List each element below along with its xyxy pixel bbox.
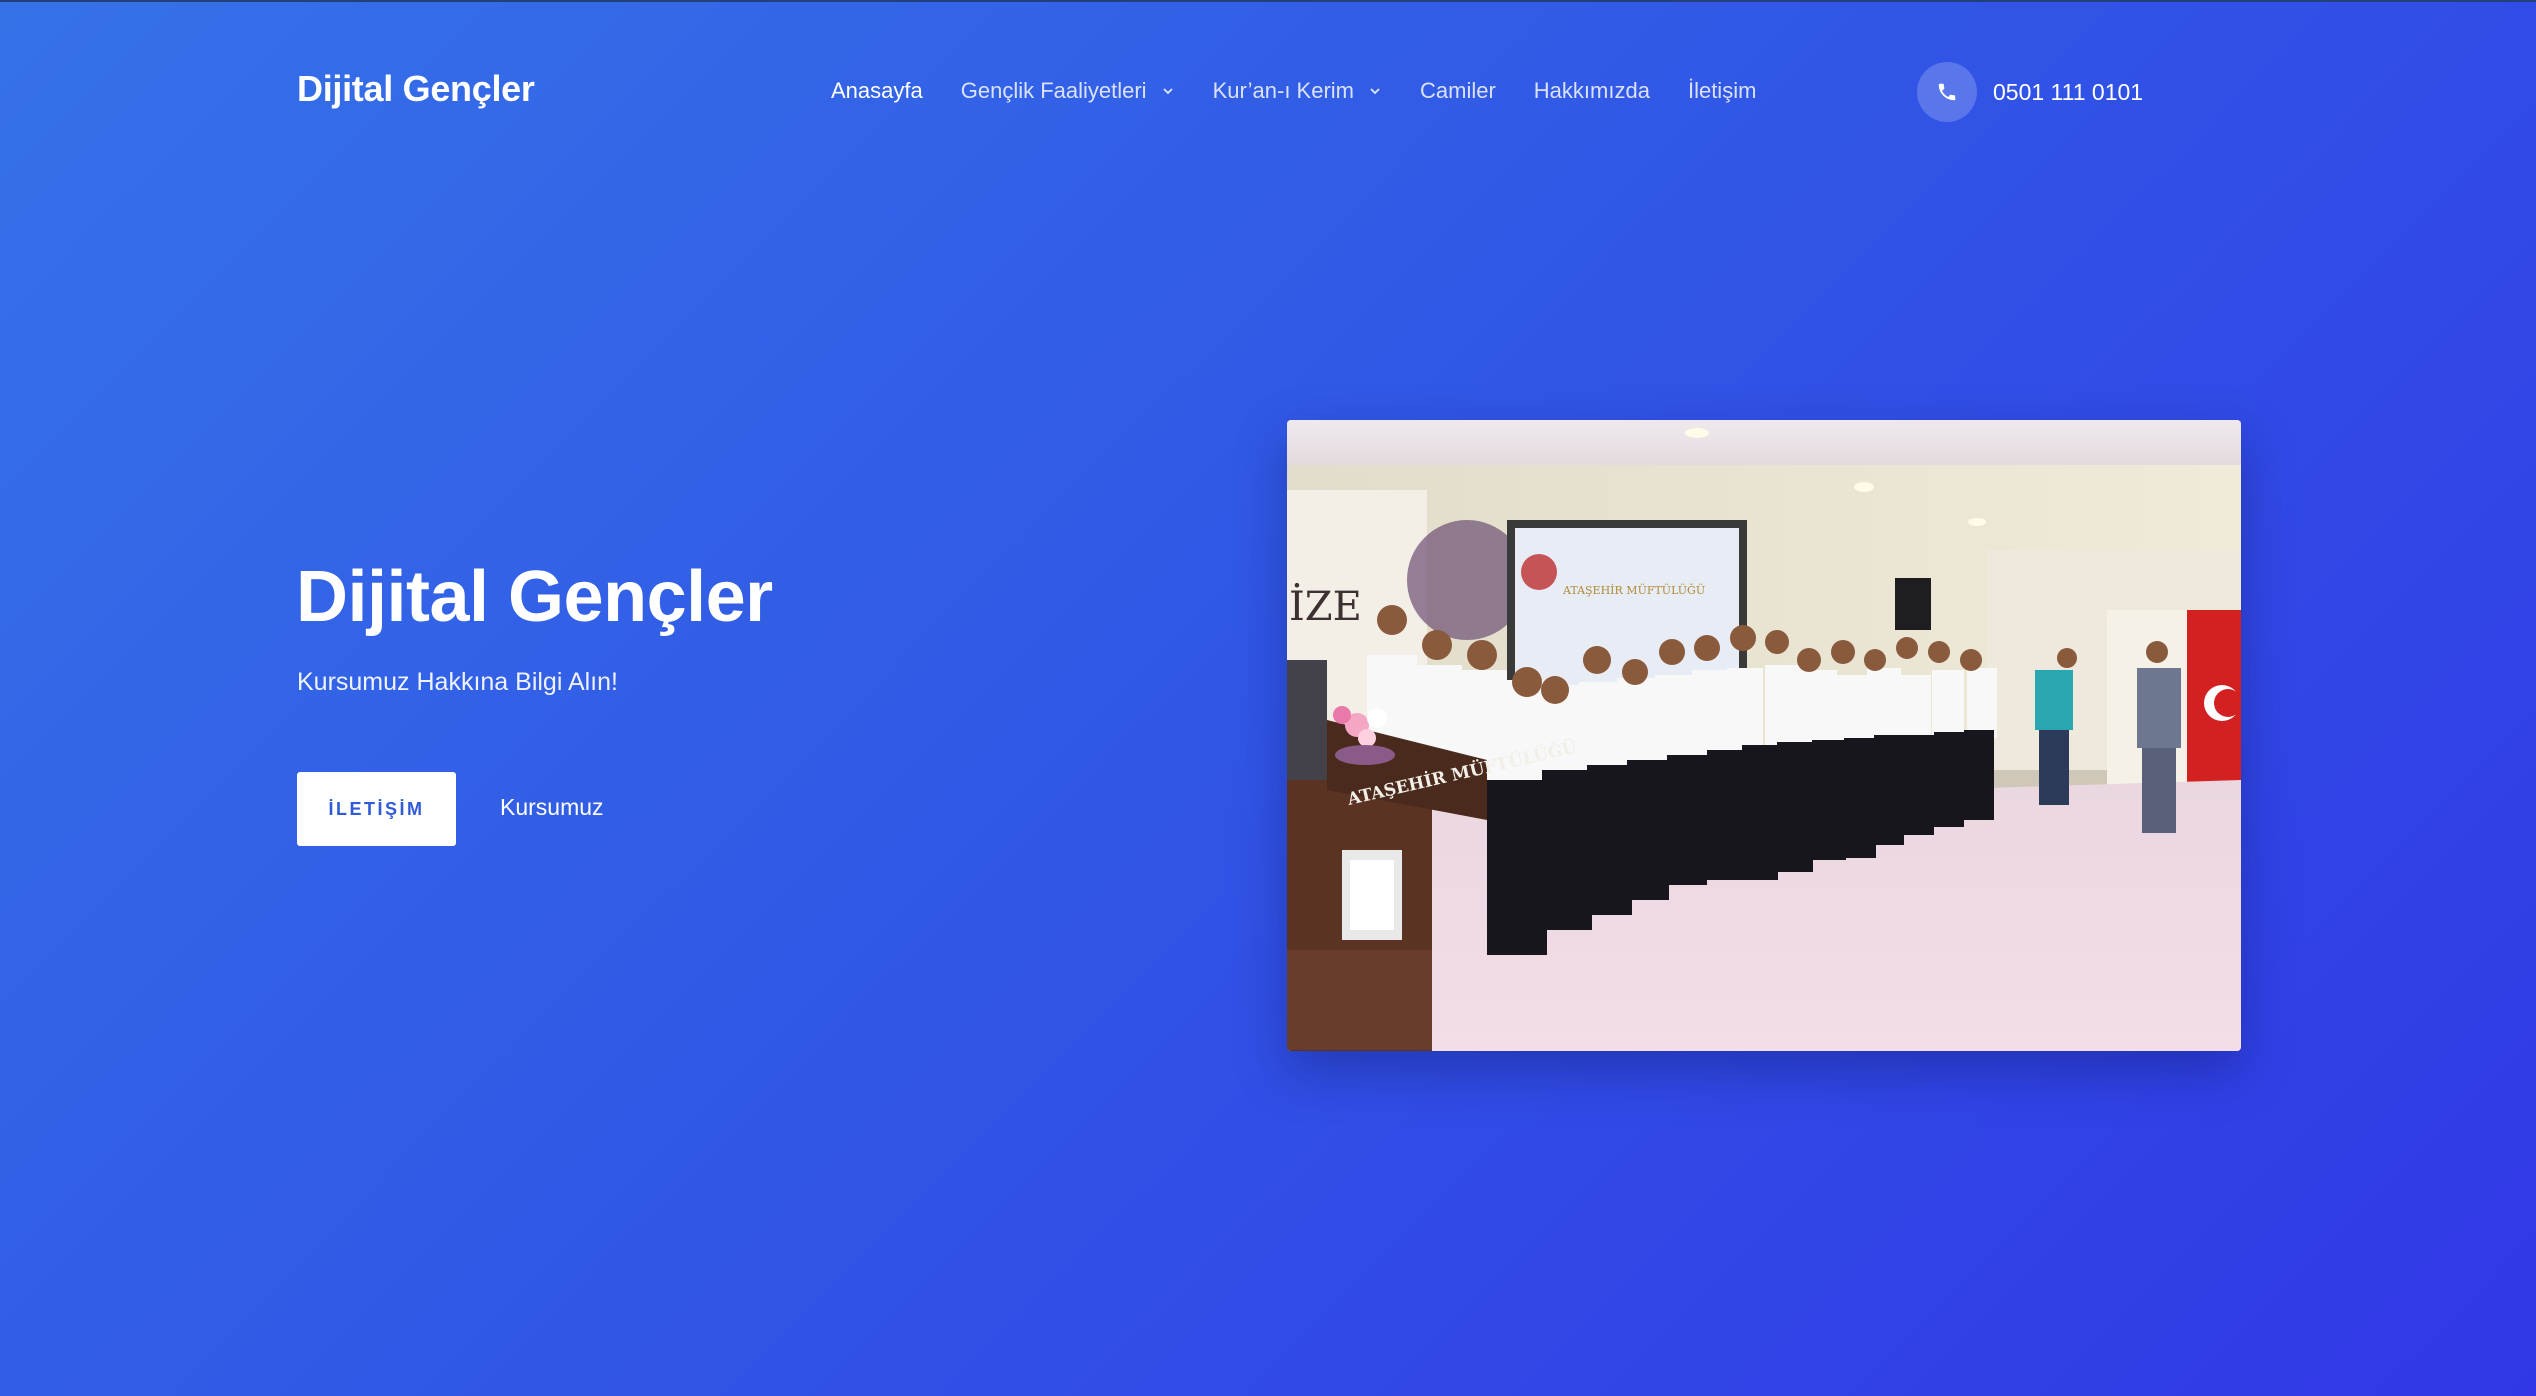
nav-item-genclik-faaliyetleri[interactable]: Gençlik Faaliyetleri	[961, 78, 1175, 104]
site-logo[interactable]: Dijital Gençler	[297, 68, 535, 110]
ceiling-light	[1968, 518, 1986, 526]
nav-item-kuran-i-kerim[interactable]: Kur’an-ı Kerim	[1213, 78, 1382, 104]
cameraman	[1287, 660, 1327, 780]
course-link[interactable]: Kursumuz	[500, 794, 604, 821]
nav-item-label: Hakkımızda	[1533, 78, 1650, 103]
contact-button[interactable]: İLETİŞİM	[297, 772, 456, 846]
nav-item-label: İletişim	[1687, 78, 1757, 103]
phone-number: 0501 111 0101	[1993, 78, 2144, 105]
nav-item-camiler[interactable]: Camiler	[1420, 78, 1496, 104]
nav-item-label: Anasayfa	[831, 78, 923, 103]
phone-icon	[1917, 62, 1977, 122]
chevron-down-icon	[1161, 84, 1175, 98]
nav-item-iletisim[interactable]: İletişim	[1688, 78, 1756, 104]
svg-text:İZE: İZE	[1289, 583, 1362, 630]
chevron-down-icon	[1368, 84, 1382, 98]
nav-item-anasayfa[interactable]: Anasayfa	[831, 78, 923, 104]
nav-item-label: Gençlik Faaliyetleri	[960, 78, 1147, 103]
group-photo-illustration: İZE ATAŞEHİR MÜFTÜLÜĞÜ ATAŞEHİR MÜFTÜLÜĞ…	[1287, 420, 2241, 1051]
nav-item-hakkimizda[interactable]: Hakkımızda	[1534, 78, 1650, 104]
hero-photo: İZE ATAŞEHİR MÜFTÜLÜĞÜ ATAŞEHİR MÜFTÜLÜĞ…	[1287, 420, 2241, 1051]
hero-title: Dijital Gençler	[296, 557, 773, 637]
main-nav: Anasayfa Gençlik Faaliyetleri Kur’an-ı K…	[831, 78, 1794, 104]
ceiling-light	[1685, 428, 1709, 438]
screen-text: ATAŞEHİR MÜFTÜLÜĞÜ	[1562, 583, 1705, 597]
speaker	[1895, 578, 1931, 630]
site-header: Dijital Gençler Anasayfa Gençlik Faaliye…	[0, 0, 2536, 184]
ceiling-light	[1854, 482, 1874, 492]
phone-contact[interactable]: 0501 111 0101	[1917, 62, 2143, 122]
nav-item-label: Camiler	[1420, 78, 1496, 103]
nav-item-label: Kur’an-ı Kerim	[1212, 78, 1354, 103]
hero-subtitle: Kursumuz Hakkına Bilgi Alın!	[297, 668, 618, 696]
